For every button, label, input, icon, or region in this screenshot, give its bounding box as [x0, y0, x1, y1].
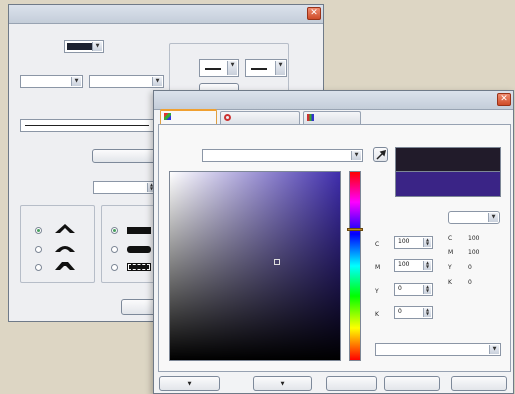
cyan-label: C	[375, 241, 380, 248]
outline-dialog-titlebar: ✕	[9, 5, 323, 24]
chevron-down-icon: ▼	[71, 77, 81, 86]
style-select[interactable]: ▼	[20, 119, 165, 132]
stepper-arrows-icon[interactable]: ▲ ▼	[423, 261, 431, 270]
yellow-input[interactable]: 0 ▲ ▼	[394, 283, 433, 296]
readout-yellow-label: Y	[448, 264, 452, 271]
black-value: 0	[398, 308, 402, 315]
eyedropper-icon	[376, 150, 386, 160]
cap-butt-icon	[127, 227, 151, 234]
cyan-value: 100	[398, 238, 410, 245]
add-to-palette-button[interactable]: ▼	[159, 376, 220, 391]
readout-cyan-label: C	[448, 235, 453, 242]
tab-palettes[interactable]	[303, 111, 361, 124]
corner-round-icon	[55, 246, 75, 252]
color-dialog-close-button[interactable]: ✕	[497, 93, 511, 106]
readout-magenta-label: M	[448, 249, 454, 256]
unit-select[interactable]: ▼	[89, 75, 164, 88]
readout-magenta-value: 100	[468, 249, 480, 256]
readout-black-value: 0	[468, 279, 472, 286]
model-mode-select[interactable]: ▼	[448, 211, 500, 224]
chevron-down-icon: ▼	[488, 213, 498, 222]
miter-limit-input[interactable]: ▲ ▼	[93, 181, 157, 194]
new-color-swatch	[395, 172, 501, 197]
chevron-down-icon: ▼	[275, 61, 285, 75]
magenta-label: M	[375, 264, 381, 271]
eyedropper-button[interactable]	[373, 147, 388, 162]
chevron-down-icon: ▼	[489, 345, 499, 354]
chevron-down-icon: ▼	[280, 381, 285, 387]
chevron-down-icon: ▼	[152, 77, 162, 86]
line-color-picker[interactable]: ▼	[64, 40, 104, 53]
cap-round-radio[interactable]	[111, 246, 118, 253]
corner-round-radio[interactable]	[35, 246, 42, 253]
black-label: K	[375, 311, 379, 318]
palettes-icon	[307, 114, 314, 121]
name-input[interactable]: ▼	[375, 343, 501, 356]
color-spectrum-picker[interactable]	[169, 171, 341, 361]
tab-mixers[interactable]	[220, 111, 300, 124]
line-color-swatch	[67, 43, 93, 50]
cap-square-icon	[127, 263, 151, 271]
cap-square-radio[interactable]	[111, 264, 118, 271]
close-icon: ✕	[500, 94, 508, 104]
cancel-button[interactable]	[384, 376, 440, 391]
mixers-icon	[224, 114, 231, 121]
cyan-input[interactable]: 100 ▲ ▼	[394, 236, 433, 249]
style-line-preview	[25, 125, 149, 126]
select-color-dialog: ✕ ▼ ▼ C 100 ▲ ▼ M 100 ▲ ▼ Y 0 ▲ ▼ K 0 ▲ …	[153, 90, 514, 394]
readout-yellow-value: 0	[468, 264, 472, 271]
black-input[interactable]: 0 ▲ ▼	[394, 306, 433, 319]
chevron-down-icon: ▼	[227, 61, 237, 75]
ok-button[interactable]	[326, 376, 377, 391]
picker-cursor[interactable]	[274, 259, 280, 265]
yellow-value: 0	[398, 285, 402, 292]
cap-round-icon	[127, 246, 151, 253]
options-button[interactable]: ▼	[253, 376, 312, 391]
outline-dialog-close-button[interactable]: ✕	[307, 7, 321, 20]
model-select[interactable]: ▼	[202, 149, 363, 162]
stepper-arrows-icon[interactable]: ▲ ▼	[423, 285, 431, 294]
magenta-value: 100	[398, 261, 410, 268]
hue-slider-handle[interactable]	[347, 228, 363, 231]
chevron-down-icon: ▼	[187, 381, 192, 387]
models-icon	[164, 113, 171, 120]
end-arrow-select[interactable]: ▼	[245, 59, 287, 77]
corner-miter-radio[interactable]	[35, 227, 42, 234]
color-dialog-titlebar: ✕	[154, 91, 513, 110]
stepper-arrows-icon[interactable]: ▲ ▼	[423, 308, 431, 317]
corner-bevel-icon	[55, 262, 75, 270]
end-arrow-preview	[251, 68, 267, 70]
hue-slider[interactable]	[347, 171, 363, 361]
stepper-arrows-icon[interactable]: ▲ ▼	[423, 238, 431, 247]
chevron-down-icon: ▼	[351, 151, 361, 160]
chevron-down-icon: ▼	[92, 42, 102, 51]
tab-models[interactable]	[160, 109, 217, 124]
corner-miter-icon	[55, 224, 75, 233]
corner-bevel-radio[interactable]	[35, 264, 42, 271]
width-select[interactable]: ▼	[20, 75, 83, 88]
readout-black-label: K	[448, 279, 452, 286]
old-color-swatch	[395, 147, 501, 172]
start-arrow-preview	[205, 68, 221, 70]
readout-cyan-value: 100	[468, 235, 480, 242]
help-button[interactable]	[451, 376, 507, 391]
cap-butt-radio[interactable]	[111, 227, 118, 234]
close-icon: ✕	[310, 8, 318, 18]
yellow-label: Y	[375, 288, 379, 295]
magenta-input[interactable]: 100 ▲ ▼	[394, 259, 433, 272]
start-arrow-select[interactable]: ▼	[199, 59, 239, 77]
